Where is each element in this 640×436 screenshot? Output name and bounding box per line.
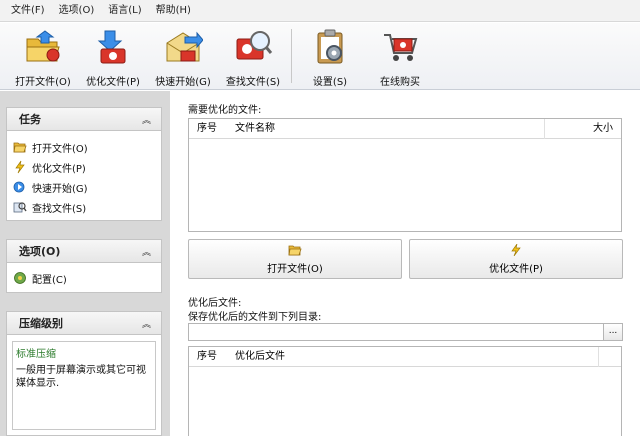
toolbar-optimize-file-label: 优化文件(P) (86, 77, 140, 88)
task-open-file[interactable]: 打开文件(O) (7, 137, 161, 157)
toolbar-optimize-file-button[interactable]: 优化文件(P) (78, 23, 148, 89)
open-file-icon (23, 27, 63, 67)
task-find-file[interactable]: 查找文件(S) (7, 197, 161, 217)
menu-help[interactable]: 帮助(H) (149, 0, 198, 22)
toolbar-find-file-button[interactable]: 查找文件(S) (218, 23, 288, 89)
optimized-files-list-header: 序号 优化后文件 (189, 346, 621, 367)
toolbar-separator (291, 29, 292, 83)
browse-button[interactable]: ... (603, 323, 623, 341)
compression-level: 标准压缩 (16, 349, 56, 360)
sidebar: 任务 ︽ 打开文件(O) 优化文件(P) 快速开始(G) 查找文件(S) 选项(… (0, 91, 170, 436)
compression-description: 一般用于屏幕演示或其它可视媒体显示. (16, 365, 146, 389)
optimized-files-list[interactable]: 序号 优化后文件 (188, 346, 622, 436)
toolbar-settings-label: 设置(S) (312, 77, 348, 88)
folder-icon (288, 244, 302, 256)
optimize-file-button-label: 优化文件(P) (489, 263, 543, 275)
lightning-icon (509, 243, 523, 256)
menu-options[interactable]: 选项(O) (52, 0, 102, 22)
toolbar-buy-online-button[interactable]: 在线购买 (365, 23, 435, 89)
collapse-chevron-icon[interactable]: ︽ (142, 317, 151, 330)
col-optimized-file[interactable]: 优化后文件 (227, 346, 599, 367)
toolbar: 打开文件(O) 优化文件(P) 快速开始(G) 查找文件(S) 设置(S) 在线… (0, 23, 640, 90)
optimize-file-icon (93, 27, 133, 67)
find-file-icon (233, 27, 273, 67)
compression-info-box: 标准压缩 一般用于屏幕演示或其它可视媒体显示. (12, 341, 156, 430)
find-icon (13, 200, 27, 214)
task-find-file-label: 查找文件(S) (32, 203, 87, 215)
buy-online-icon (380, 27, 420, 67)
open-file-button-label: 打开文件(O) (267, 263, 323, 275)
toolbar-quick-start-label: 快速开始(G) (155, 77, 211, 88)
task-quick-start[interactable]: 快速开始(G) (7, 177, 161, 197)
compression-panel-body: 标准压缩 一般用于屏幕演示或其它可视媒体显示. (6, 335, 162, 436)
files-list-header: 序号 文件名称 大小 (189, 118, 621, 139)
option-config[interactable]: 配置(C) (7, 268, 161, 288)
col-number[interactable]: 序号 (189, 347, 227, 367)
files-to-optimize-label: 需要优化的文件: (188, 105, 262, 116)
options-panel-title: 选项(O) (19, 245, 61, 258)
tasks-panel-header[interactable]: 任务 ︽ (6, 107, 162, 131)
menu-language[interactable]: 语言(L) (101, 0, 148, 22)
collapse-chevron-icon[interactable]: ︽ (142, 245, 151, 258)
tasks-panel-body: 打开文件(O) 优化文件(P) 快速开始(G) 查找文件(S) (6, 131, 162, 221)
task-optimize-file-label: 优化文件(P) (32, 163, 86, 175)
toolbar-settings-button[interactable]: 设置(S) (295, 23, 365, 89)
compression-panel-title: 压缩级别 (19, 317, 63, 330)
files-list[interactable]: 序号 文件名称 大小 (188, 118, 622, 232)
folder-icon (13, 140, 27, 154)
col-file-name[interactable]: 文件名称 (227, 118, 545, 139)
toolbar-quick-start-button[interactable]: 快速开始(G) (148, 23, 218, 89)
option-config-label: 配置(C) (32, 274, 67, 286)
quick-start-icon (163, 27, 204, 67)
task-quick-start-label: 快速开始(G) (32, 183, 88, 195)
col-number[interactable]: 序号 (189, 119, 227, 139)
task-optimize-file[interactable]: 优化文件(P) (7, 157, 161, 177)
task-open-file-label: 打开文件(O) (32, 143, 88, 155)
options-panel-body: 配置(C) (6, 263, 162, 293)
optimize-file-button[interactable]: 优化文件(P) (409, 239, 623, 279)
lightning-icon (13, 160, 27, 174)
config-icon (13, 271, 27, 285)
toolbar-open-file-button[interactable]: 打开文件(O) (8, 23, 78, 89)
compression-panel-header[interactable]: 压缩级别 ︽ (6, 311, 162, 335)
quick-start-icon (13, 180, 27, 194)
collapse-chevron-icon[interactable]: ︽ (142, 113, 151, 126)
open-file-button[interactable]: 打开文件(O) (188, 239, 402, 279)
output-directory-input[interactable] (188, 323, 620, 341)
menu-bar: 文件(F) 选项(O) 语言(L) 帮助(H) (0, 0, 640, 22)
toolbar-buy-online-label: 在线购买 (380, 77, 420, 88)
save-directory-label: 保存优化后的文件到下列目录: (188, 312, 322, 323)
options-panel-header[interactable]: 选项(O) ︽ (6, 239, 162, 263)
toolbar-open-file-label: 打开文件(O) (15, 77, 71, 88)
settings-icon (310, 27, 350, 67)
col-size[interactable]: 大小 (545, 119, 619, 139)
toolbar-find-file-label: 查找文件(S) (225, 77, 281, 88)
optimized-files-label: 优化后文件: (188, 298, 242, 309)
main-panel: 需要优化的文件: 序号 文件名称 大小 打开文件(O) 优化文件(P) 优化后文… (172, 91, 640, 436)
tasks-panel-title: 任务 (19, 113, 41, 126)
menu-file[interactable]: 文件(F) (4, 0, 52, 22)
